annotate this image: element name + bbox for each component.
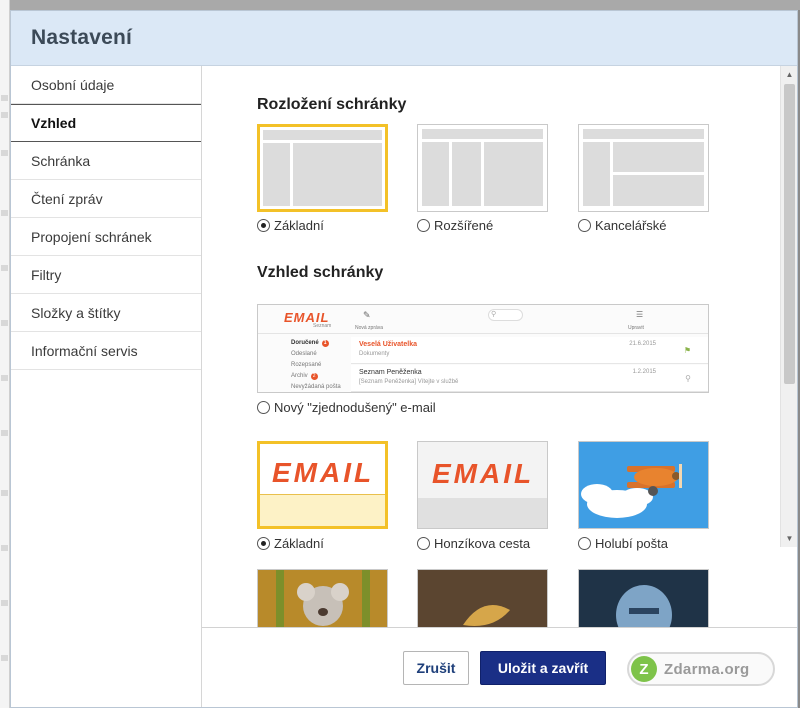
cancel-button[interactable]: Zrušit: [403, 651, 469, 685]
sidebar-item-reading[interactable]: Čtení zpráv: [11, 180, 201, 218]
dialog-footer: Zrušit Uložit a zavřít Z Zdarma.org: [202, 627, 797, 707]
content-scrollbar[interactable]: ▲ ▼: [780, 66, 797, 547]
layout-basic-thumb[interactable]: [257, 124, 388, 212]
message-subject: Dokumenty: [359, 351, 390, 357]
option-label: Kancelářské: [595, 218, 667, 233]
folder-item: Archiv 2: [291, 373, 318, 380]
background-page-strip: [0, 0, 10, 708]
radio-button[interactable]: [578, 219, 591, 232]
radio-button[interactable]: [578, 537, 591, 550]
theme-pigeon-thumb[interactable]: [578, 441, 709, 529]
tag-icon: ⚲: [685, 374, 691, 383]
menu-icon: ☰: [636, 310, 644, 319]
radio-button[interactable]: [417, 537, 430, 550]
option-label: Základní: [274, 218, 324, 233]
option-label: Honzíkova cesta: [434, 536, 531, 551]
message-sender: Seznam Peněženka: [359, 369, 422, 376]
theme-koala-thumb[interactable]: [257, 569, 388, 627]
dialog-title: Nastavení: [31, 26, 133, 49]
theme-basic-option[interactable]: Základní: [257, 536, 324, 551]
dialog-body: Osobní údaje Vzhled Schránka Čtení zpráv…: [11, 66, 797, 707]
layout-section-title: Rozložení schránky: [257, 96, 407, 113]
sidebar-item-linked-accounts[interactable]: Propojení schránek: [11, 218, 201, 256]
folder-item: Odeslané: [291, 351, 317, 357]
message-subject: [Seznam Peněženka] Vítejte v službě: [359, 379, 459, 385]
option-label: Holubí pošta: [595, 536, 668, 551]
compose-label: Nová zpráva: [355, 325, 384, 331]
layout-extended-option[interactable]: Rozšířené: [417, 218, 493, 233]
theme-honzik-option[interactable]: Honzíkova cesta: [417, 536, 530, 551]
settings-label: Upravit: [628, 325, 644, 331]
message-sender: Veselá Uživatelka: [359, 341, 417, 348]
watermark-logo: Z Zdarma.org: [627, 652, 775, 686]
folder-item: Rozepsané: [291, 362, 322, 368]
airplane-illustration: [581, 464, 682, 518]
koala-illustration: [258, 570, 387, 627]
message-date: 1.2.2015: [632, 369, 656, 375]
radio-button[interactable]: [257, 401, 270, 414]
layout-extended-thumb[interactable]: [417, 124, 548, 212]
appearance-section-title: Vzhled schránky: [257, 264, 384, 281]
new-email-option[interactable]: Nový "zjednodušený" e-mail: [257, 400, 436, 415]
pencil-icon: ✎: [363, 310, 371, 320]
email-logo: EMAIL: [432, 458, 535, 489]
settings-content: Rozložení schránky Základní Rozšířené Ka…: [202, 66, 797, 627]
dialog-header: Nastavení: [11, 11, 797, 66]
new-email-preview[interactable]: EMAIL Seznam ✎ Nová zpráva ⚲ ☰ Upravit D…: [257, 304, 709, 393]
watermark-text: Zdarma.org: [664, 660, 750, 678]
settings-dialog: Nastavení Osobní údaje Vzhled Schránka Č…: [10, 10, 798, 708]
layout-office-option[interactable]: Kancelářské: [578, 218, 667, 233]
message-row: Seznam Peněženka [Seznam Peněženka] Víte…: [351, 365, 708, 392]
theme-robot-thumb[interactable]: [578, 569, 709, 627]
leaf-illustration: [418, 570, 547, 627]
theme-honzik-thumb[interactable]: EMAIL: [417, 441, 548, 529]
scroll-thumb[interactable]: [784, 84, 795, 384]
email-logo: EMAIL: [272, 457, 375, 488]
option-label: Nový "zjednodušený" e-mail: [274, 400, 436, 415]
folder-item: Doručené 1: [291, 340, 329, 347]
background-page-top: [0, 0, 800, 10]
radio-button[interactable]: [257, 219, 270, 232]
sidebar-item-mailbox[interactable]: Schránka: [11, 142, 201, 180]
scroll-down-icon[interactable]: ▼: [781, 530, 797, 547]
radio-button[interactable]: [417, 219, 430, 232]
sidebar-item-info-service[interactable]: Informační servis: [11, 332, 201, 370]
option-label: Rozšířené: [434, 218, 494, 233]
message-date: 21.6.2015: [629, 341, 656, 347]
robot-illustration: [579, 570, 708, 627]
attachment-icon: ⚑: [683, 346, 691, 355]
sidebar-item-folders-labels[interactable]: Složky a štítky: [11, 294, 201, 332]
layout-basic-option[interactable]: Základní: [257, 218, 324, 233]
settings-sidebar: Osobní údaje Vzhled Schránka Čtení zpráv…: [11, 66, 202, 707]
theme-pigeon-option[interactable]: Holubí pošta: [578, 536, 668, 551]
sidebar-item-appearance[interactable]: Vzhled: [11, 104, 201, 142]
save-and-close-button[interactable]: Uložit a zavřít: [480, 651, 606, 685]
layout-office-thumb[interactable]: [578, 124, 709, 212]
scroll-up-icon[interactable]: ▲: [781, 66, 797, 83]
theme-basic-thumb[interactable]: EMAIL: [257, 441, 388, 529]
theme-dark-thumb[interactable]: [417, 569, 548, 627]
email-logo-sub: Seznam: [313, 323, 332, 329]
zdarma-icon: Z: [631, 656, 657, 682]
search-icon: ⚲: [488, 309, 523, 321]
message-row: Veselá Uživatelka Dokumenty 21.6.2015 ⚑: [351, 337, 708, 364]
sidebar-item-personal-info[interactable]: Osobní údaje: [11, 66, 201, 104]
sidebar-item-filters[interactable]: Filtry: [11, 256, 201, 294]
folder-item: Nevyžádaná pošta: [291, 384, 341, 390]
radio-button[interactable]: [257, 537, 270, 550]
option-label: Základní: [274, 536, 324, 551]
